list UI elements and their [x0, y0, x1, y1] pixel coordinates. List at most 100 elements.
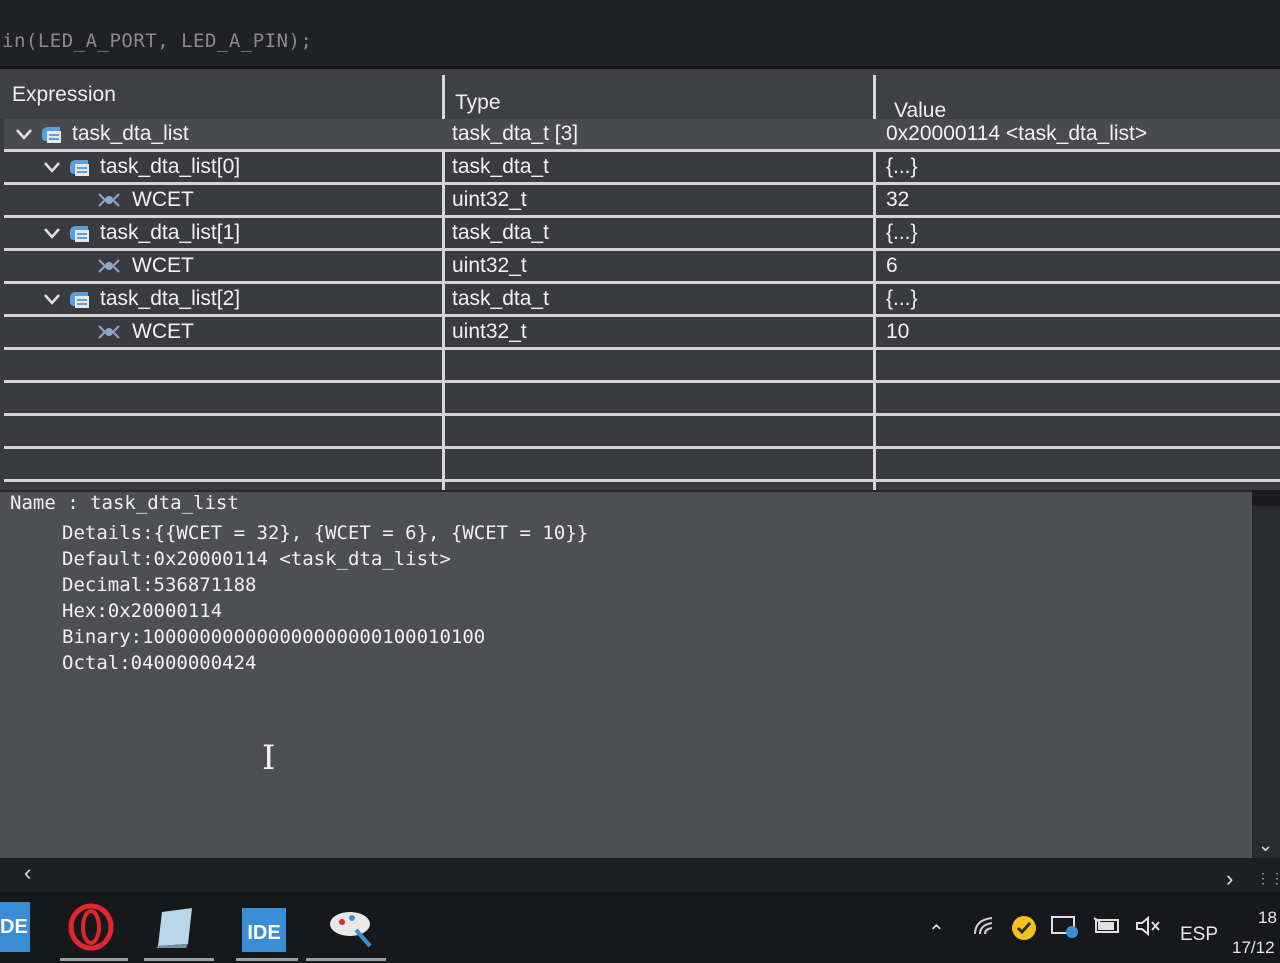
column-header-value[interactable]: Value	[894, 69, 946, 122]
clock-date[interactable]: 17/12	[1232, 938, 1275, 958]
struct-icon	[68, 287, 100, 310]
row-value[interactable]	[886, 449, 1276, 479]
expressions-tree: task_dta_list task_dta_t [3] 0x20000114 <t…	[4, 119, 1280, 482]
scroll-down-icon[interactable]: ⌄	[1258, 835, 1273, 856]
tree-row[interactable]: task_dta_list[1] task_dta_t {...}	[4, 218, 1280, 251]
row-value[interactable]: 0x20000114 <task_dta_list>	[886, 119, 1276, 149]
variable-icon	[96, 188, 132, 211]
row-type: task_dta_t [3]	[452, 122, 579, 145]
row-type	[452, 416, 872, 446]
row-expression-label: task_dta_list[1]	[100, 221, 241, 244]
row-expression: WCET	[4, 317, 440, 347]
row-expression: task_dta_list	[4, 119, 440, 149]
tree-row[interactable]: WCET uint32_t 10	[4, 317, 1280, 350]
row-value[interactable]: 10	[886, 317, 1276, 347]
row-expression: WCET	[4, 251, 440, 281]
taskbar-ide-app-left[interactable]: DE	[0, 902, 30, 952]
column-header-expression[interactable]: Expression	[12, 69, 116, 119]
row-value[interactable]	[886, 350, 1276, 380]
vertical-scrollbar[interactable]: ⌄	[1252, 506, 1280, 858]
expressions-header: Expression Type Value	[0, 69, 1280, 122]
tree-row[interactable]: WCET uint32_t 32	[4, 185, 1280, 218]
empty-expression-cell	[4, 416, 440, 446]
column-header-type[interactable]: Type	[455, 69, 501, 119]
row-expression: task_dta_list[0]	[4, 152, 440, 182]
row-value[interactable]: 32	[886, 185, 1276, 215]
tree-row[interactable]	[4, 449, 1280, 482]
row-type: task_dta_t	[452, 155, 549, 178]
taskbar-active-indicator	[144, 958, 214, 961]
row-expression-label: task_dta_list	[72, 122, 189, 145]
row-expression: WCET	[4, 185, 440, 215]
scroll-left-icon[interactable]: ‹	[24, 860, 31, 886]
horizontal-scrollbar[interactable]: ‹ › ⋮⋮	[0, 858, 1280, 892]
input-language-indicator[interactable]: ESP	[1180, 924, 1218, 946]
network-security-icon[interactable]	[1050, 914, 1080, 946]
row-value[interactable]	[886, 416, 1276, 446]
detail-default: Default:0x20000114 <task_dta_list>	[62, 548, 451, 570]
row-value[interactable]: {...}	[886, 152, 1276, 182]
speaker-muted-icon[interactable]	[1134, 914, 1162, 944]
taskbar: DE IDE ⌃ ESP 18 17/12	[0, 892, 1280, 963]
notebook-app-icon[interactable]	[150, 902, 210, 952]
row-expression-label: WCET	[132, 254, 194, 277]
row-type: task_dta_t	[452, 221, 549, 244]
taskbar-active-indicator	[236, 958, 298, 961]
struct-icon	[40, 122, 72, 145]
scroll-right-icon[interactable]: ›	[1226, 866, 1233, 892]
detail-name: Name : task_dta_list	[10, 492, 239, 514]
battery-icon[interactable]	[1092, 914, 1122, 944]
chevron-down-icon[interactable]	[42, 221, 68, 244]
struct-icon	[68, 155, 100, 178]
empty-expression-cell	[4, 383, 440, 413]
expressions-view: Expression Type Value task_dta_list task_…	[0, 66, 1280, 493]
paint-app-icon[interactable]	[326, 902, 386, 952]
empty-expression-cell	[4, 350, 440, 380]
taskbar-active-indicator	[306, 958, 386, 961]
detail-hex: Hex:0x20000114	[62, 600, 223, 622]
empty-expression-cell	[4, 449, 440, 479]
row-type	[452, 350, 872, 380]
tree-row[interactable]: task_dta_list[0] task_dta_t {...}	[4, 152, 1280, 185]
row-expression: task_dta_list[1]	[4, 218, 440, 248]
row-type: uint32_t	[452, 320, 527, 343]
row-expression-label: task_dta_list[0]	[100, 155, 241, 178]
detail-binary: Binary:100000000000000000000100010100	[62, 626, 486, 648]
row-value[interactable]: {...}	[886, 284, 1276, 314]
taskbar-ide-app[interactable]: IDE	[242, 908, 286, 952]
tree-row[interactable]	[4, 416, 1280, 449]
variable-icon	[96, 320, 132, 343]
chevron-down-icon[interactable]	[14, 122, 40, 145]
chevron-down-icon[interactable]	[42, 287, 68, 310]
opera-icon[interactable]	[66, 902, 126, 952]
tree-row[interactable]: task_dta_list[2] task_dta_t {...}	[4, 284, 1280, 317]
row-expression-label: task_dta_list[2]	[100, 287, 241, 310]
resize-grip-icon[interactable]: ⋮⋮	[1256, 870, 1280, 887]
detail-pane[interactable]: Name : task_dta_list Details:{{WCET = 32…	[0, 490, 1252, 858]
row-value[interactable]: 6	[886, 251, 1276, 281]
row-type	[452, 383, 872, 413]
code-text: in(LED_A_PORT, LED_A_PIN);	[2, 30, 313, 52]
norton-icon[interactable]	[1010, 914, 1038, 948]
row-type	[452, 449, 872, 479]
row-value[interactable]	[886, 383, 1276, 413]
tree-row[interactable]	[4, 350, 1280, 383]
clock-time[interactable]: 18	[1258, 908, 1277, 928]
detail-octal: Octal:04000000424	[62, 652, 257, 674]
chevron-down-icon[interactable]	[42, 155, 68, 178]
row-type: task_dta_t	[452, 287, 549, 310]
chevron-up-icon[interactable]: ⌃	[928, 920, 945, 945]
taskbar-active-indicator	[60, 958, 128, 961]
row-expression-label: WCET	[132, 320, 194, 343]
editor-code-line: in(LED_A_PORT, LED_A_PIN);	[0, 0, 1280, 66]
row-expression-label: WCET	[132, 188, 194, 211]
tree-row[interactable]	[4, 383, 1280, 416]
row-type: uint32_t	[452, 188, 527, 211]
row-value[interactable]: {...}	[886, 218, 1276, 248]
wifi-icon[interactable]	[972, 914, 998, 944]
text-cursor-icon: I	[262, 738, 276, 778]
tree-row[interactable]: WCET uint32_t 6	[4, 251, 1280, 284]
row-type: uint32_t	[452, 254, 527, 277]
detail-decimal: Decimal:536871188	[62, 574, 257, 596]
tree-row[interactable]: task_dta_list task_dta_t [3] 0x20000114 <t…	[4, 119, 1280, 152]
